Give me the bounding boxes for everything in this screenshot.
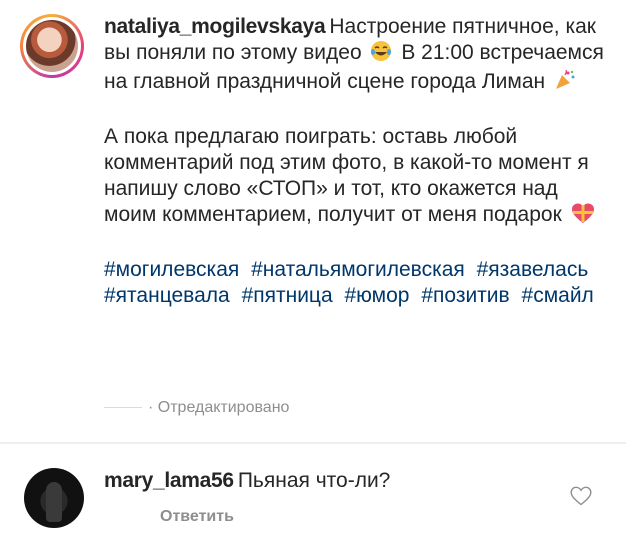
post-caption-section: nataliya_mogilevskaya Настроение пятнично…	[0, 0, 626, 440]
caption-text: nataliya_mogilevskaya Настроение пятнично…	[104, 14, 604, 309]
story-ring-avatar[interactable]	[20, 14, 84, 78]
hashtag-link[interactable]: #натальямогилевская	[251, 258, 465, 281]
hashtag-link[interactable]: #пятница	[242, 284, 333, 307]
commenter-avatar[interactable]	[24, 468, 84, 528]
avatar	[26, 20, 78, 72]
caption-paragraph-2: А пока предлагаю поиграть: оставь любой …	[104, 124, 604, 231]
edited-divider-line	[104, 407, 142, 409]
reply-button[interactable]: Ответить	[160, 508, 234, 526]
party-popper-emoji-icon	[554, 69, 576, 98]
post-username[interactable]: nataliya_mogilevskaya	[104, 15, 326, 38]
heart-icon[interactable]	[570, 486, 592, 506]
hashtag-link[interactable]: #могилевская	[104, 258, 239, 281]
hashtag-link[interactable]: #ятанцевала	[104, 284, 230, 307]
edited-label: · Отредактировано	[148, 399, 290, 416]
caption-paragraph-1: nataliya_mogilevskaya Настроение пятнично…	[104, 14, 604, 98]
edited-indicator: · Отредактировано	[104, 399, 289, 417]
comment-row: mary_lama56 Пьяная что-ли? Ответить	[0, 444, 626, 556]
hashtag-link[interactable]: #смайл	[522, 284, 594, 307]
hashtag-link[interactable]: #позитив	[421, 284, 509, 307]
laughing-tears-emoji-icon	[370, 40, 392, 69]
hashtag-link[interactable]: #юмор	[344, 284, 409, 307]
comment-text-line: mary_lama56 Пьяная что-ли?	[104, 468, 390, 494]
comment-username[interactable]: mary_lama56	[104, 469, 234, 492]
comment-text: Пьяная что-ли?	[237, 469, 391, 492]
caption-text-2: А пока предлагаю поиграть: оставь любой …	[104, 125, 589, 226]
gift-heart-emoji-icon	[571, 202, 595, 231]
avatar-silhouette	[46, 482, 62, 522]
hashtag-link[interactable]: #язавелась	[477, 258, 589, 281]
hashtags-block: #могилевская #натальямогилевская #язавел…	[104, 257, 604, 309]
